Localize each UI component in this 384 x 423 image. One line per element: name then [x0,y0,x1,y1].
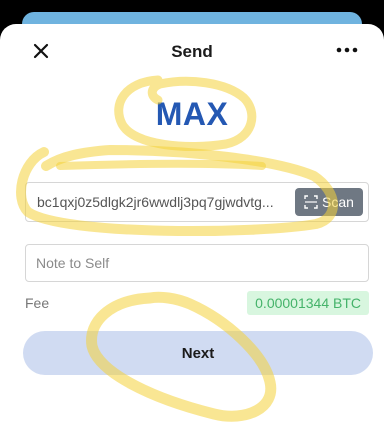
fee-label: Fee [25,295,50,311]
fee-value-badge[interactable]: 0.00001344 BTC [247,291,369,315]
header: Send [0,24,384,76]
next-button[interactable]: Next [23,331,373,375]
amount-max[interactable]: MAX [0,96,384,133]
note-to-self-input[interactable] [25,244,369,282]
address-value[interactable]: bc1qxj0z5dlgk2jr6wwdlj3pq7gjwdvtg... [37,183,297,221]
scan-icon [304,195,318,209]
send-sheet: Send MAX bc1qxj0z5dlgk2jr6wwdlj3pq7gjwdv… [0,24,384,423]
address-field[interactable]: bc1qxj0z5dlgk2jr6wwdlj3pq7gjwdvtg... Sca… [25,182,369,222]
next-button-label: Next [181,344,215,362]
scan-button[interactable]: Scan [295,188,363,216]
page-title: Send [171,42,213,61]
more-horizontal-icon [336,47,358,53]
scan-button-label: Scan [322,194,354,210]
more-options-button[interactable] [332,38,362,62]
